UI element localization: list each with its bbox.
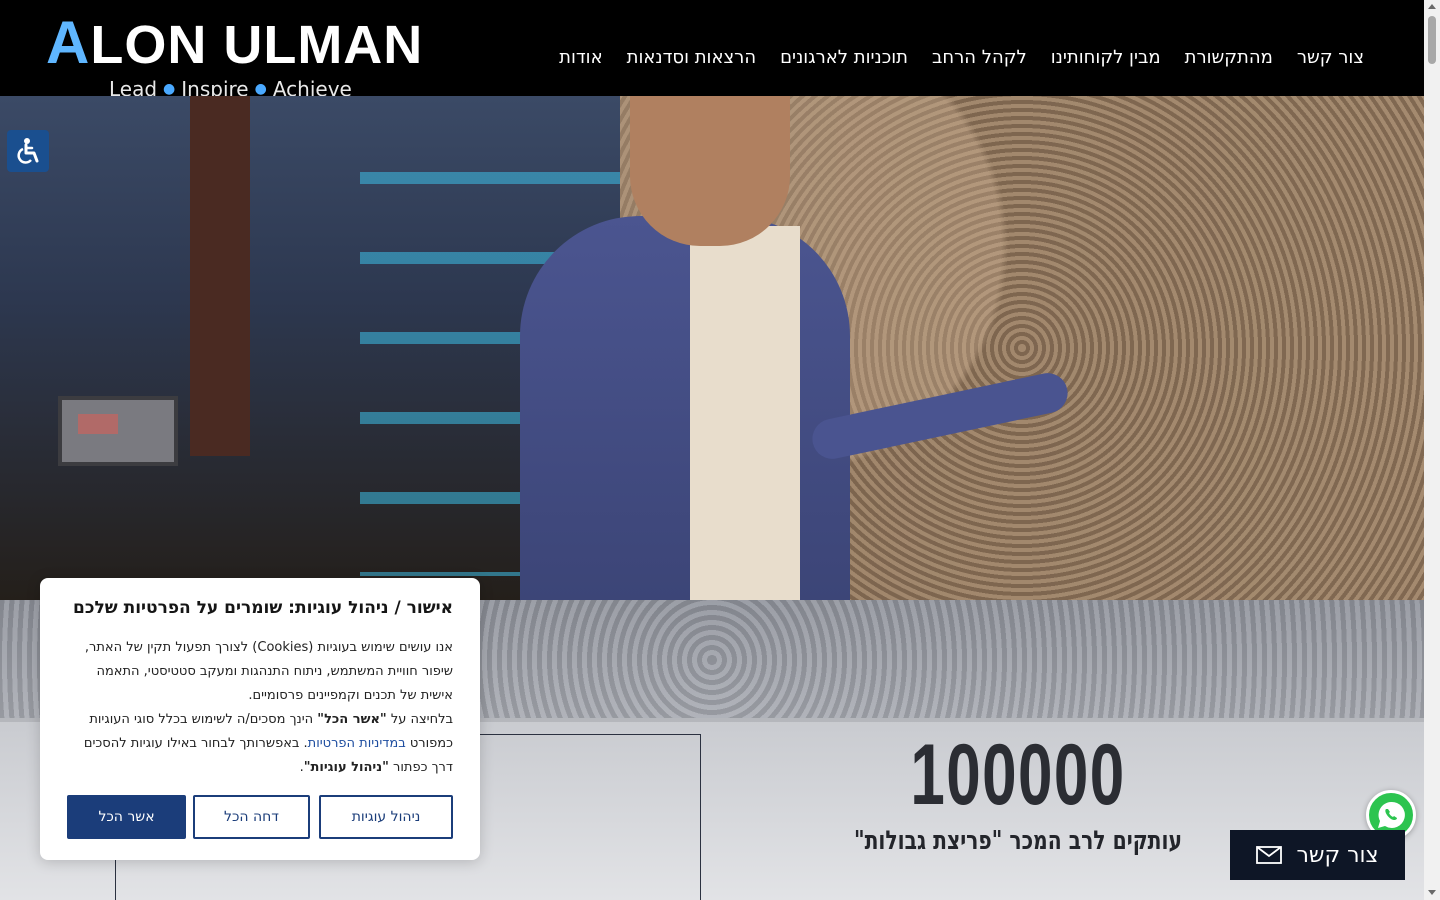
cookie-manage-quote: "ניהול עוגיות" bbox=[303, 760, 389, 775]
cookie-dialog: אישור / ניהול עוגיות: שומרים על הפרטיות … bbox=[40, 578, 480, 860]
page-scrollbar[interactable] bbox=[1424, 0, 1440, 900]
nav-item-media[interactable]: מהתקשורת bbox=[1185, 44, 1273, 72]
cookie-text-part: בלחיצה על bbox=[386, 712, 453, 727]
speaker-shirt bbox=[690, 226, 800, 600]
cookie-paragraph: אנו עושים שימוש בעוגיות (Cookies) לצורך … bbox=[84, 640, 453, 703]
manage-cookies-button[interactable]: ניהול עוגיות bbox=[319, 795, 453, 839]
contact-label: צור קשר bbox=[1296, 842, 1379, 868]
logo[interactable]: ALON ULMAN bbox=[46, 10, 423, 78]
contact-floating-button[interactable]: צור קשר bbox=[1230, 830, 1405, 880]
tagline-dot: ● bbox=[163, 81, 176, 97]
nav-item-organizations[interactable]: תוכניות לארגונים bbox=[780, 44, 908, 72]
nav-item-contact[interactable]: צור קשר bbox=[1297, 44, 1364, 72]
hero-stage-pillar bbox=[190, 96, 250, 456]
stat-number: 100000 bbox=[910, 727, 1126, 823]
scroll-down-arrow-icon[interactable] bbox=[1428, 890, 1436, 895]
logo-accent-letter: A bbox=[46, 9, 91, 76]
tagline-dot: ● bbox=[254, 81, 267, 97]
hero-speaker bbox=[510, 96, 1072, 600]
whatsapp-icon bbox=[1378, 801, 1405, 828]
envelope-icon bbox=[1256, 846, 1283, 864]
accept-all-button[interactable]: אשר הכל bbox=[67, 795, 186, 839]
nav-item-public[interactable]: לקהל הרחב bbox=[932, 44, 1027, 72]
stat-caption: עותקים לרב המכר "פריצת גבולות" bbox=[854, 826, 1182, 856]
cookie-body: אנו עושים שימוש בעוגיות (Cookies) לצורך … bbox=[65, 636, 453, 780]
nav-item-lectures[interactable]: הרצאות וסדנאות bbox=[627, 44, 756, 72]
nav-item-about[interactable]: אודות bbox=[559, 44, 603, 72]
cookie-accept-quote: "אשר הכל" bbox=[317, 712, 387, 727]
site-header: ALON ULMAN Lead ● Inspire ● Achieve אודות הר… bbox=[0, 0, 1424, 101]
accessibility-button[interactable] bbox=[7, 130, 49, 172]
hero-video[interactable] bbox=[0, 96, 1424, 600]
main-nav: אודות הרצאות וסדנאות תוכניות לארגונים לק… bbox=[559, 44, 1364, 72]
scroll-up-arrow-icon[interactable] bbox=[1428, 4, 1436, 9]
scrollbar-thumb[interactable] bbox=[1428, 16, 1436, 64]
cookie-title: אישור / ניהול עוגיות: שומרים על הפרטיות … bbox=[73, 598, 453, 618]
wheelchair-icon bbox=[17, 138, 39, 164]
hero-podium bbox=[58, 396, 178, 466]
speaker-head bbox=[630, 96, 790, 246]
logo-text: LON ULMAN bbox=[90, 15, 424, 75]
privacy-policy-link[interactable]: במדיניות הפרטיות bbox=[308, 736, 406, 751]
speaker-jacket bbox=[520, 216, 850, 600]
reject-all-button[interactable]: דחה הכל bbox=[193, 795, 310, 839]
nav-item-clients[interactable]: מבין לקוחותינו bbox=[1051, 44, 1161, 72]
